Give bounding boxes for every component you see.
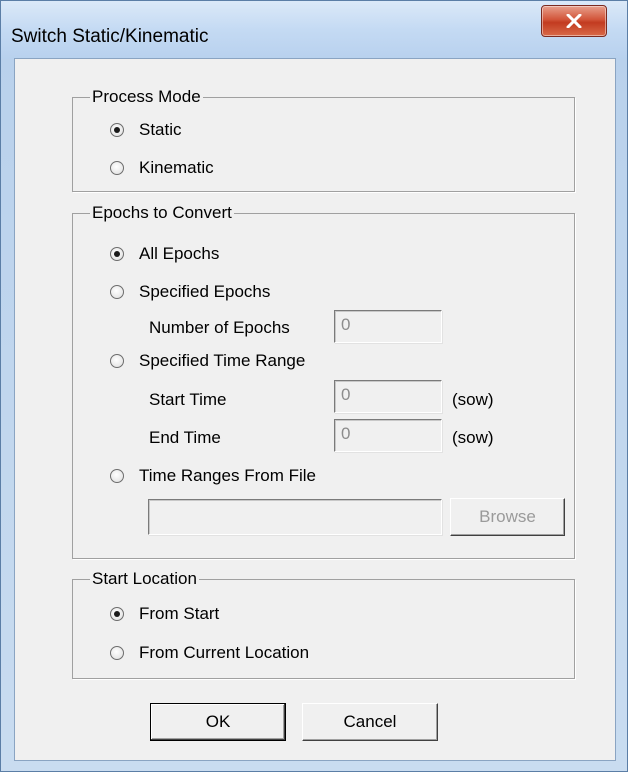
radio-specified-epochs[interactable]: Specified Epochs: [110, 280, 270, 304]
radio-static-indicator[interactable]: [110, 123, 124, 137]
number-of-epochs-field[interactable]: 0: [334, 310, 442, 343]
radio-from-start-label: From Start: [139, 604, 220, 623]
process-mode-group: Process Mode Static Kinematic: [72, 86, 575, 192]
start-location-label: Start Location: [90, 568, 199, 590]
radio-specified-time-range[interactable]: Specified Time Range: [110, 349, 305, 373]
radio-specified-time-range-label: Specified Time Range: [139, 351, 306, 370]
process-mode-label: Process Mode: [90, 86, 203, 108]
start-time-field[interactable]: 0: [334, 380, 442, 413]
end-time-label: End Time: [149, 428, 221, 447]
cancel-button[interactable]: Cancel: [302, 703, 438, 741]
radio-from-start-indicator[interactable]: [110, 607, 124, 621]
radio-from-current-location-indicator[interactable]: [110, 646, 124, 660]
epochs-group: Epochs to Convert All Epochs Specified E…: [72, 202, 575, 559]
radio-specified-epochs-label: Specified Epochs: [139, 282, 271, 301]
radio-time-ranges-from-file-indicator[interactable]: [110, 469, 124, 483]
radio-static[interactable]: Static: [110, 118, 182, 142]
radio-all-epochs[interactable]: All Epochs: [110, 242, 219, 266]
number-of-epochs-label: Number of Epochs: [149, 318, 290, 337]
end-time-unit: (sow): [452, 428, 494, 447]
close-button[interactable]: [541, 5, 607, 37]
file-path-field[interactable]: [148, 499, 442, 535]
radio-time-ranges-from-file[interactable]: Time Ranges From File: [110, 464, 316, 488]
radio-from-start[interactable]: From Start: [110, 602, 219, 626]
radio-kinematic-indicator[interactable]: [110, 161, 124, 175]
radio-specified-epochs-indicator[interactable]: [110, 285, 124, 299]
close-icon: [566, 14, 582, 28]
dialog-window: Switch Static/Kinematic Process Mode Sta…: [0, 0, 628, 772]
ok-button[interactable]: OK: [150, 703, 286, 741]
radio-time-ranges-from-file-label: Time Ranges From File: [139, 466, 316, 485]
end-time-field[interactable]: 0: [334, 419, 442, 452]
radio-kinematic-label: Kinematic: [139, 158, 214, 177]
radio-all-epochs-label: All Epochs: [139, 244, 220, 263]
radio-from-current-location[interactable]: From Current Location: [110, 641, 309, 665]
dialog-client-area: Process Mode Static Kinematic Epochs to …: [14, 58, 616, 761]
start-time-unit: (sow): [452, 390, 494, 409]
radio-all-epochs-indicator[interactable]: [110, 247, 124, 261]
radio-specified-time-range-indicator[interactable]: [110, 354, 124, 368]
title-bar[interactable]: Switch Static/Kinematic: [1, 1, 627, 59]
radio-kinematic[interactable]: Kinematic: [110, 156, 214, 180]
browse-button[interactable]: Browse: [450, 498, 565, 536]
epochs-group-label: Epochs to Convert: [90, 202, 234, 224]
radio-static-label: Static: [139, 120, 182, 139]
radio-from-current-location-label: From Current Location: [139, 643, 310, 662]
window-title: Switch Static/Kinematic: [11, 26, 209, 47]
start-time-label: Start Time: [149, 390, 227, 409]
start-location-group: Start Location From Start From Current L…: [72, 568, 575, 679]
